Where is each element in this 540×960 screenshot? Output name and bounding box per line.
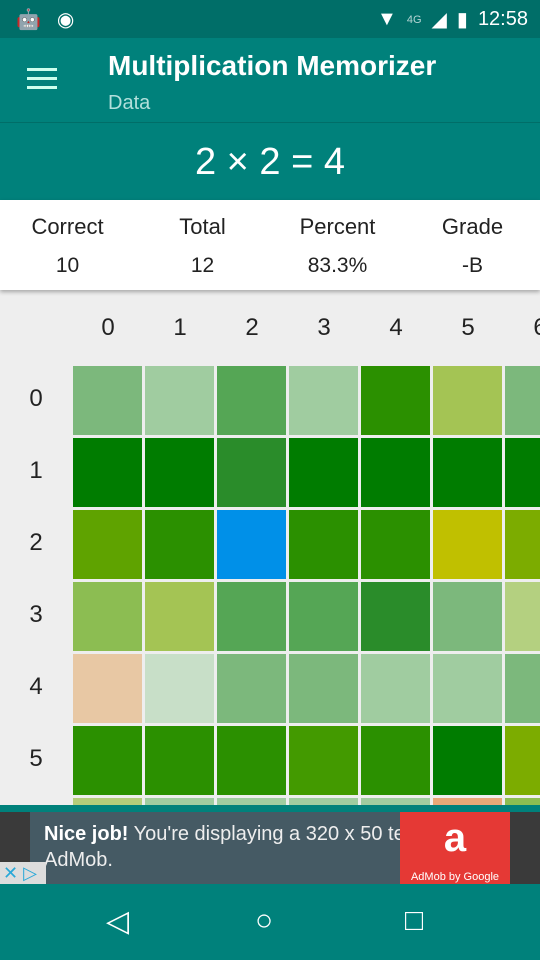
stat-total: Total 12 (135, 200, 270, 290)
grid-cell-3-4[interactable] (361, 582, 430, 651)
stat-label: Total (179, 214, 226, 239)
grid-cell-3-3[interactable] (289, 582, 358, 651)
grid-cell-6-3[interactable] (289, 798, 358, 805)
ad-close-icon[interactable]: ✕ ▷ (0, 862, 46, 884)
grid-cell-2-2[interactable] (217, 510, 286, 579)
grid-cell-5-2[interactable] (217, 726, 286, 795)
nav-bar: ◁ ○ □ (0, 884, 540, 960)
grid-cell-1-4[interactable] (361, 438, 430, 507)
signal-icon: ◢ (431, 9, 447, 31)
column-header: 0 (101, 314, 115, 341)
home-icon[interactable]: ○ (255, 904, 273, 938)
grid-cell-0-1[interactable] (145, 366, 214, 435)
grid-cell-2-4[interactable] (361, 510, 430, 579)
grid-cell-3-2[interactable] (217, 582, 286, 651)
grid-cell-3-5[interactable] (433, 582, 502, 651)
row-header: 2 (29, 529, 43, 556)
grid-cell-0-5[interactable] (433, 366, 502, 435)
grid-cell-5-3[interactable] (289, 726, 358, 795)
ad-bold: Nice job! (44, 823, 129, 845)
row-header: 5 (29, 745, 43, 772)
grid-cell-4-3[interactable] (289, 654, 358, 723)
network-type: 4G (406, 13, 422, 26)
grid-cell-0-2[interactable] (217, 366, 286, 435)
grid-cell-1-0[interactable] (73, 438, 142, 507)
grid-cell-4-6[interactable] (505, 654, 540, 723)
stat-label: Grade (441, 214, 504, 239)
grid-cell-6-6[interactable] (505, 798, 540, 805)
column-header: 6 (533, 314, 540, 341)
admob-logo-text: AdMob by Google (410, 871, 500, 883)
stat-correct: Correct 10 (0, 200, 135, 290)
row-header: 0 (29, 385, 43, 412)
battery-icon: ▮ (456, 9, 468, 31)
column-header: 3 (317, 314, 331, 341)
clock: 12:58 (477, 8, 528, 30)
row-header: 1 (29, 457, 43, 484)
wifi-icon: ▼ (377, 8, 397, 30)
column-header: 2 (245, 314, 259, 341)
column-header: 5 (461, 314, 475, 341)
grid-cell-6-2[interactable] (217, 798, 286, 805)
grid-cell-1-5[interactable] (433, 438, 502, 507)
row-header: 4 (29, 673, 43, 700)
grid-cell-3-1[interactable] (145, 582, 214, 651)
stat-value: 10 (55, 254, 80, 277)
grid-cell-5-6[interactable] (505, 726, 540, 795)
grid-cell-5-0[interactable] (73, 726, 142, 795)
stat-grade: Grade -B (405, 200, 540, 290)
stat-label: Correct (31, 214, 104, 239)
status-bar: 🤖 ◉ ▼ 4G ◢ ▮ 12:58 (0, 0, 540, 38)
column-header: 1 (173, 314, 187, 341)
stat-percent: Percent 83.3% (270, 200, 405, 290)
android-icon: 🤖 (16, 9, 41, 31)
grid-cell-4-5[interactable] (433, 654, 502, 723)
stat-value: 12 (190, 254, 215, 277)
admob-logo: a AdMob by Google (400, 812, 510, 884)
grid-cell-4-2[interactable] (217, 654, 286, 723)
grid-cell-1-2[interactable] (217, 438, 286, 507)
grid-cell-6-0[interactable] (73, 798, 142, 805)
grid-cell-0-3[interactable] (289, 366, 358, 435)
back-icon[interactable]: ◁ (106, 904, 129, 939)
grid-cell-0-4[interactable] (361, 366, 430, 435)
grid-cell-6-5[interactable] (433, 798, 502, 805)
equation: 2 × 2 = 4 (0, 122, 540, 200)
grid-cell-5-5[interactable] (433, 726, 502, 795)
app-title: Multiplication Memorizer (108, 50, 437, 81)
grid-cell-6-4[interactable] (361, 798, 430, 805)
grid-cell-0-6[interactable] (505, 366, 540, 435)
column-header: 4 (389, 314, 403, 341)
stat-label: Percent (299, 214, 376, 239)
ad-banner[interactable]: Nice job! You're displaying a 320 x 50 t… (0, 812, 540, 884)
stats-panel: Correct 10 Total 12 Percent 83.3% Grade -B (0, 200, 540, 290)
grid-cell-2-3[interactable] (289, 510, 358, 579)
row-header: 3 (29, 601, 43, 628)
grid-cell-4-1[interactable] (145, 654, 214, 723)
grid-cell-3-0[interactable] (73, 582, 142, 651)
media-icon: ◉ (56, 9, 75, 31)
ad-content[interactable]: Nice job! You're displaying a 320 x 50 t… (30, 812, 510, 884)
recents-icon[interactable]: □ (405, 904, 423, 938)
grid-cell-1-1[interactable] (145, 438, 214, 507)
grid-cell-6-1[interactable] (145, 798, 214, 805)
grid-cell-2-6[interactable] (505, 510, 540, 579)
stat-value: -B (462, 254, 483, 277)
grid-cell-1-6[interactable] (505, 438, 540, 507)
toolbar: Multiplication Memorizer Data (0, 38, 540, 122)
grid-cell-4-4[interactable] (361, 654, 430, 723)
grid-cell-4-0[interactable] (73, 654, 142, 723)
grid-cell-2-1[interactable] (145, 510, 214, 579)
grid-cell-1-3[interactable] (289, 438, 358, 507)
grid-cell-5-1[interactable] (145, 726, 214, 795)
grid-cell-2-0[interactable] (73, 510, 142, 579)
grid-cell-5-4[interactable] (361, 726, 430, 795)
menu-icon[interactable] (27, 68, 57, 90)
page-subtitle: Data (108, 92, 151, 114)
grid-cell-0-0[interactable] (73, 366, 142, 435)
multiplication-grid: 0 1 2 3 4 5 6 0 1 2 3 4 5 (0, 290, 540, 805)
grid-cell-3-6[interactable] (505, 582, 540, 651)
stat-value: 83.3% (307, 254, 368, 277)
grid-cell-2-5[interactable] (433, 510, 502, 579)
